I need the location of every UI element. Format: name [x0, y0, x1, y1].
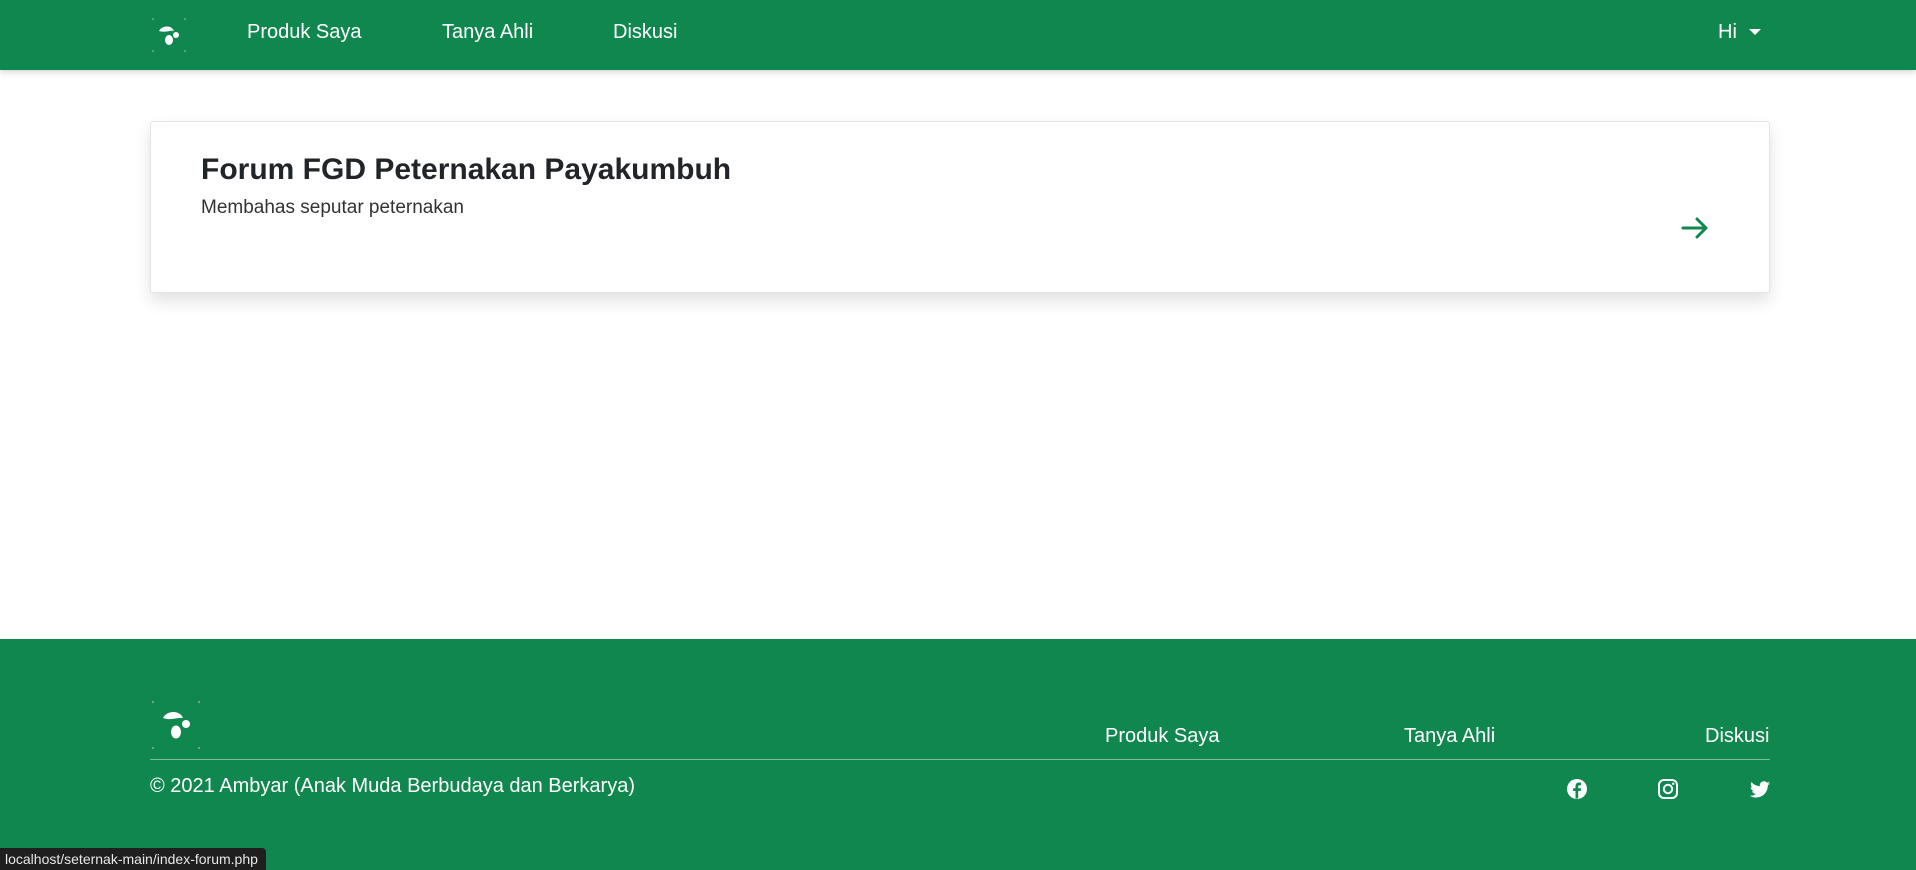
nav-link-diskusi[interactable]: Diskusi	[613, 20, 677, 44]
footer: Produk Saya Tanya Ahli Diskusi © 2021 Am…	[0, 639, 1916, 870]
nav-link-produk-saya[interactable]: Produk Saya	[247, 20, 362, 44]
top-navbar: Produk Saya Tanya Ahli Diskusi Hi	[0, 0, 1916, 70]
facebook-icon[interactable]	[1566, 778, 1588, 800]
footer-link-produk-saya[interactable]: Produk Saya	[1105, 724, 1220, 748]
forum-title: Forum FGD Peternakan Payakumbuh	[201, 153, 732, 186]
browser-status-bar: localhost/seternak-main/index-forum.php	[0, 848, 266, 870]
arrow-right-icon[interactable]	[1679, 212, 1711, 244]
user-greeting: Hi	[1718, 21, 1737, 43]
footer-link-diskusi[interactable]: Diskusi	[1705, 724, 1769, 748]
footer-logo-icon[interactable]	[150, 699, 202, 751]
footer-link-tanya-ahli[interactable]: Tanya Ahli	[1404, 724, 1495, 748]
nav-link-tanya-ahli[interactable]: Tanya Ahli	[442, 20, 533, 44]
instagram-icon[interactable]	[1657, 778, 1679, 800]
copyright-text: © 2021 Ambyar (Anak Muda Berbudaya dan B…	[150, 775, 635, 797]
forum-description: Membahas seputar peternakan	[201, 197, 464, 218]
forum-card[interactable]: Forum FGD Peternakan Payakumbuh Membahas…	[150, 121, 1770, 293]
caret-down-icon	[1748, 29, 1761, 35]
twitter-icon[interactable]	[1749, 778, 1771, 800]
logo-icon[interactable]	[150, 16, 188, 54]
footer-divider	[150, 759, 1770, 760]
user-dropdown[interactable]: Hi	[1718, 20, 1761, 44]
